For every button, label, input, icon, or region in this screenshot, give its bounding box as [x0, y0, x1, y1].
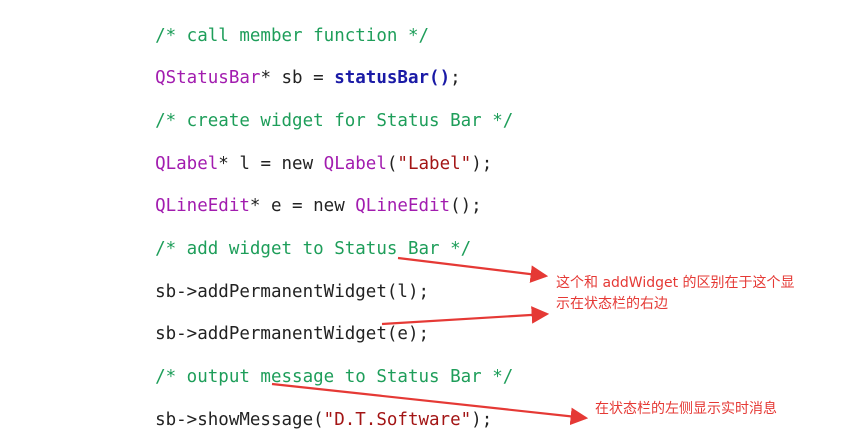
annotation-message-text: 在状态栏的左侧显示实时消息: [595, 401, 777, 417]
arrow-message: [271, 382, 589, 426]
annotation-permanent-widget: 这个和 addWidget 的区别在于这个显 示在状态栏的右边: [556, 273, 795, 315]
annotation-permanent-line1: 这个和 addWidget 的区别在于这个显: [556, 275, 795, 291]
arrow-permanent-2: [381, 306, 550, 326]
annotation-arrows: [271, 256, 589, 426]
annotation-show-message: 在状态栏的左侧显示实时消息: [595, 399, 777, 420]
arrow-permanent-1: [397, 256, 549, 283]
annotation-permanent-line2: 示在状态栏的右边: [556, 296, 668, 312]
